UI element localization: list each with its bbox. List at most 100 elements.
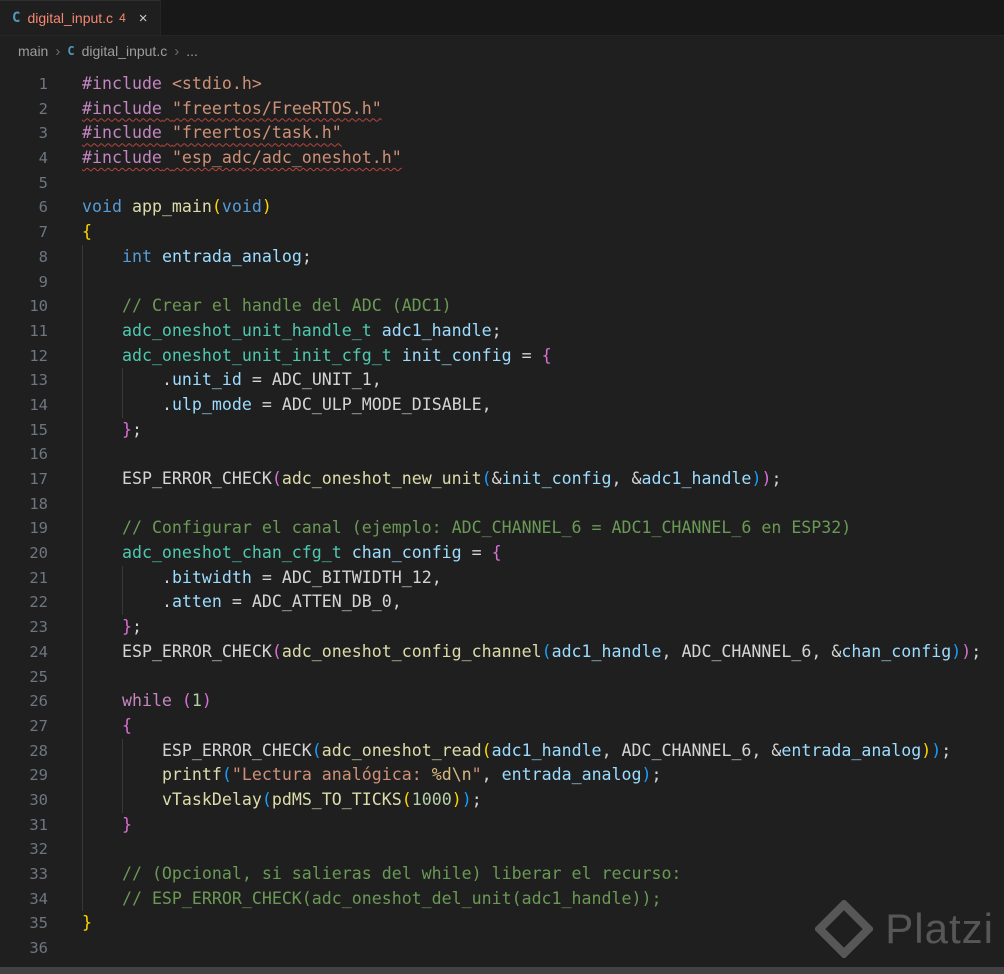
code-line: 10 // Crear el handle del ADC (ADC1) [0, 294, 1004, 319]
token: ; [471, 789, 482, 809]
code-line: 7{ [0, 220, 1004, 245]
token: } [121, 617, 132, 637]
code-line: 9 [0, 269, 1004, 295]
code-line: 19 // Configurar el canal (ejemplo: ADC_… [0, 516, 1004, 542]
code-line: 21 .bitwidth = ADC_BITWIDTH_12, [0, 565, 1004, 591]
token: // ESP_ERROR_CHECK(adc_oneshot_del_unit(… [121, 888, 662, 908]
token: , [661, 641, 682, 661]
token: ) [451, 789, 462, 809]
token: 1000 [411, 789, 452, 809]
indent-guide [82, 343, 83, 369]
token: entrada_analog [781, 740, 922, 760]
line-number: 6 [38, 198, 48, 217]
token: , [481, 765, 502, 785]
code-line: 33 // (Opcional, si salieras del while) … [0, 862, 1004, 887]
token: while [121, 691, 172, 711]
code-text: // Crear el handle del ADC (ADC1) [82, 294, 452, 319]
code-text: void app_main(void) [82, 195, 272, 220]
tab-close-icon[interactable]: × [139, 10, 148, 27]
code-text: .bitwidth = ADC_BITWIDTH_12, [82, 565, 442, 591]
token: ( [261, 789, 272, 809]
token: adc_oneshot_chan_cfg_t [121, 543, 342, 563]
breadcrumb-item-main[interactable]: main [18, 43, 48, 59]
token: ADC_CHANNEL_6 [681, 641, 812, 661]
token: & [771, 740, 782, 760]
code-line: 16 [0, 442, 1004, 467]
breadcrumb-item-file[interactable]: digital_input.c [82, 43, 168, 59]
code-text: { [82, 220, 92, 245]
code-editor[interactable]: 1 #include <stdio.h> 2 #include "freertos/F… [0, 66, 1004, 961]
token: , [811, 641, 832, 661]
token: adc_oneshot_new_unit [281, 469, 482, 488]
line-number: 30 [29, 790, 48, 809]
code-text: #include <stdio.h> [82, 72, 262, 97]
indent-guide [82, 763, 83, 788]
line-number: 1 [38, 75, 48, 93]
code-line: 13 .unit_id = ADC_UNIT_1, [0, 368, 1004, 393]
token: = [221, 592, 252, 612]
indent-guide [82, 738, 83, 764]
token: ESP_ERROR_CHECK [121, 469, 272, 488]
token: init_config [501, 469, 612, 488]
token: ) [951, 641, 962, 661]
line-number: 33 [29, 865, 48, 883]
token: 1 [191, 691, 202, 711]
indent-guide [82, 442, 83, 467]
line-number: 26 [29, 692, 48, 711]
token: ADC_BITWIDTH_12 [281, 567, 432, 587]
token: ( [221, 765, 232, 785]
indent-guide [121, 392, 123, 418]
indent-guide [82, 318, 83, 344]
line-number: 31 [29, 815, 48, 834]
token: & [491, 469, 502, 488]
token: adc1_handle [641, 469, 752, 488]
token: ESP_ERROR_CHECK [121, 641, 272, 661]
token: chan_config [841, 641, 952, 661]
horizontal-scrollbar[interactable] [0, 967, 1004, 974]
indent-guide [82, 244, 83, 270]
code-line: 14 .ulp_mode = ADC_ULP_MODE_DISABLE, [0, 392, 1004, 418]
indent-guide [82, 541, 83, 566]
token: . [161, 592, 172, 612]
token: pdMS_TO_TICKS [271, 789, 402, 809]
tab-digital-input-c[interactable]: C digital_input.c 4 × [0, 0, 161, 35]
code-text: #include "esp_adc/adc_oneshot.h" [82, 146, 402, 171]
token: = [461, 543, 492, 563]
line-number: 8 [38, 247, 48, 266]
token: %d [431, 765, 452, 785]
token: & [631, 469, 642, 488]
token: ADC_ULP_MODE_DISABLE [281, 394, 482, 414]
c-file-icon: C [12, 10, 21, 26]
token: adc_oneshot_unit_handle_t [121, 320, 372, 340]
token: , [601, 740, 622, 760]
line-number: 25 [29, 667, 48, 686]
token: ) [201, 691, 212, 711]
tab-title: digital_input.c [27, 10, 114, 26]
code-text: } [82, 812, 132, 838]
code-text: .atten = ADC_ATTEN_DB_0, [82, 590, 402, 616]
code-text: // (Opcional, si salieras del while) lib… [82, 862, 681, 887]
token: "freertos/FreeRTOS.h" [171, 98, 382, 118]
code-line: 23 }; [0, 615, 1004, 640]
indent-guide [82, 368, 83, 393]
token: = [251, 394, 282, 414]
token: ) [751, 469, 762, 488]
indent-guide [82, 491, 83, 517]
line-number: 29 [29, 766, 48, 785]
token: adc1_handle [491, 740, 602, 760]
code-line: 25 [0, 664, 1004, 690]
indent-guide [82, 294, 83, 319]
token: <stdio.h> [171, 74, 262, 93]
token: ADC_ATTEN_DB_0 [251, 592, 392, 612]
token: } [121, 419, 132, 439]
code-line: 18 [0, 491, 1004, 517]
token: , [611, 469, 632, 488]
breadcrumb-item-symbol[interactable]: ... [186, 43, 198, 59]
indent-guide [82, 565, 83, 591]
